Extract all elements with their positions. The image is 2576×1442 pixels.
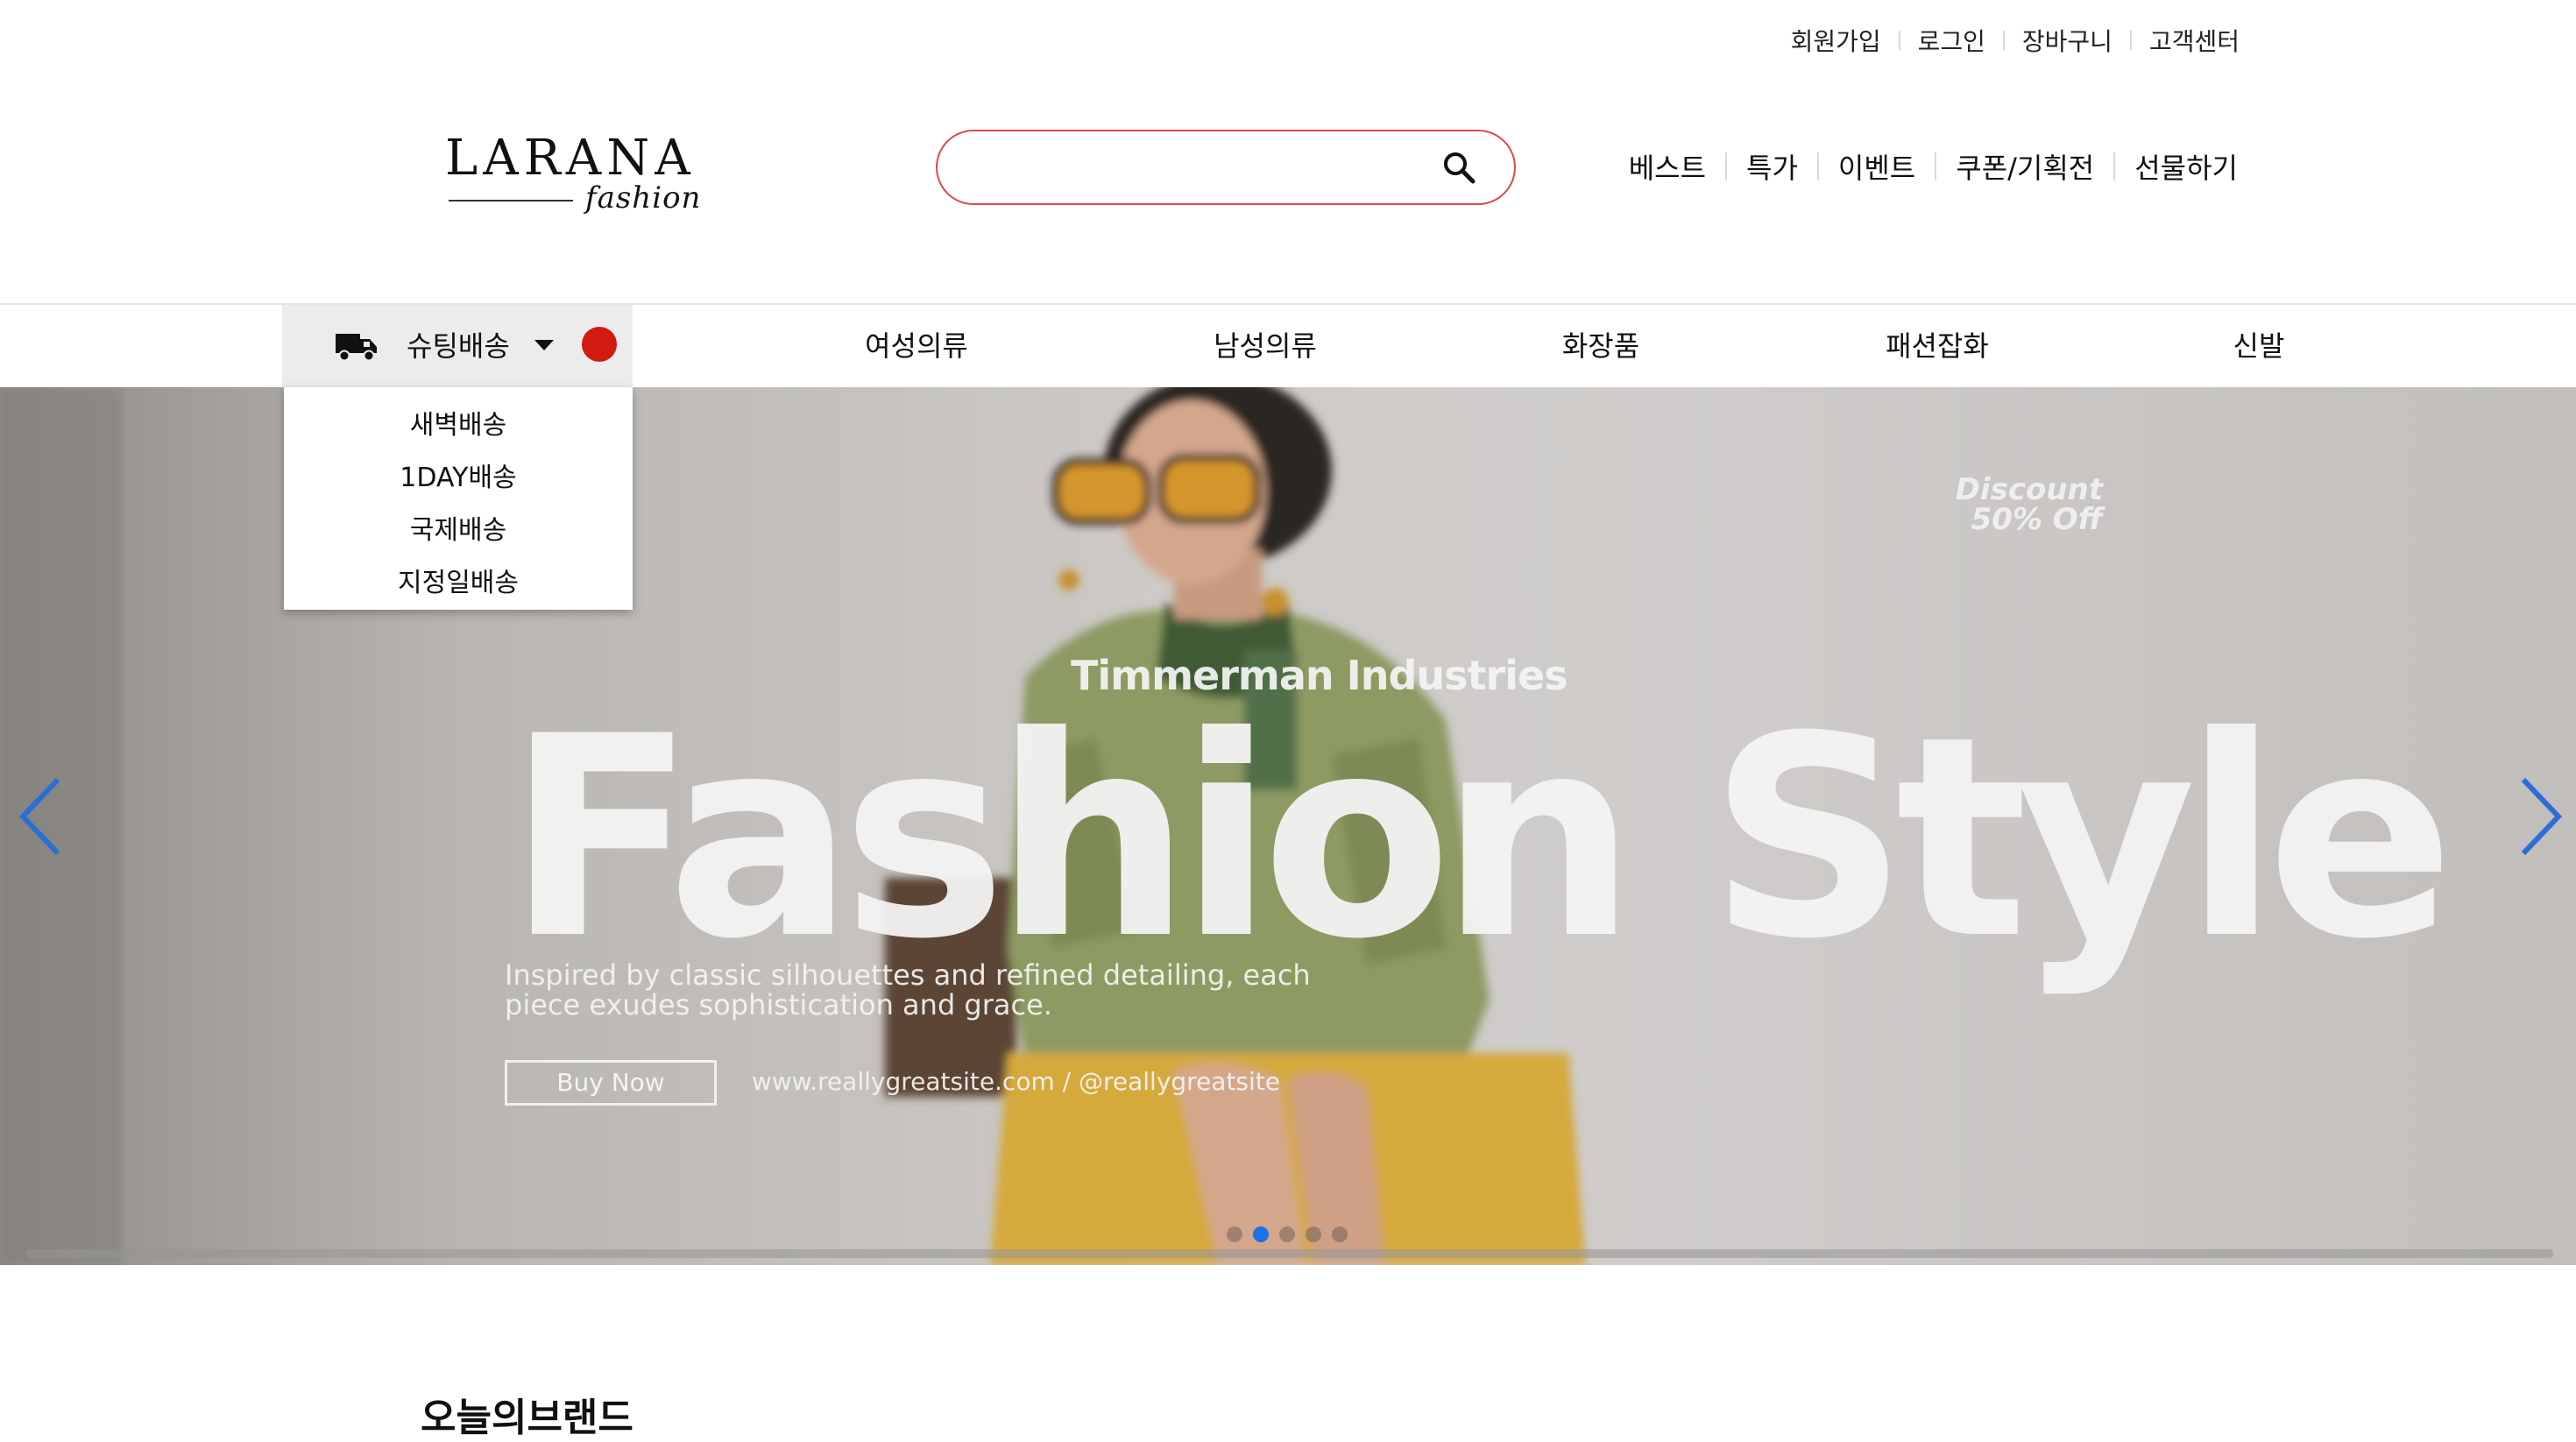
category-mens[interactable]: 남성의류 [1214, 305, 1317, 387]
banner-description-line: piece exudes sophistication and grace. [505, 988, 1052, 1021]
caret-down-icon [534, 340, 554, 350]
slide-dot[interactable] [1306, 1226, 1321, 1242]
signup-link[interactable]: 회원가입 [1773, 23, 1899, 58]
slide-dot[interactable] [1227, 1226, 1242, 1242]
cart-link[interactable]: 장바구니 [2005, 23, 2130, 58]
search-icon[interactable] [1440, 149, 1479, 187]
banner-description: Inspired by classic silhouettes and refi… [505, 960, 1381, 1020]
category-cosmetics[interactable]: 화장품 [1562, 305, 1639, 387]
secondary-nav: 베스트 특가 이벤트 쿠폰/기획전 선물하기 [1610, 147, 2257, 186]
shipping-dropdown: 새벽배송 1DAY배송 국제배송 지정일배송 [284, 387, 633, 610]
section-title: 오늘의브랜드 [421, 1396, 633, 1440]
nav-best[interactable]: 베스트 [1610, 146, 1725, 187]
slide-dot[interactable] [1279, 1226, 1295, 1242]
shipping-menu-button[interactable]: 슈팅배송 [282, 305, 633, 387]
truck-icon [335, 329, 379, 364]
notification-dot [582, 327, 617, 362]
nav-events[interactable]: 이벤트 [1819, 146, 1935, 187]
logo-subtitle: fashion [585, 180, 702, 216]
category-womens[interactable]: 여성의류 [865, 305, 968, 387]
slide-dot[interactable] [1332, 1226, 1348, 1242]
search-input[interactable] [967, 144, 1426, 193]
nav-coupons[interactable]: 쿠폰/기획전 [1936, 146, 2113, 187]
chevron-right-icon[interactable] [2513, 773, 2565, 860]
shipping-menu-label: 슈팅배송 [407, 329, 510, 363]
banner-description-line: Inspired by classic silhouettes and refi… [505, 958, 1311, 992]
banner-headline: Fashion Style [506, 677, 2454, 1000]
utility-nav: 회원가입 로그인 장바구니 고객센터 [1773, 23, 2257, 58]
shipping-option-dawn[interactable]: 새벽배송 [284, 403, 633, 442]
chevron-left-icon[interactable] [16, 773, 68, 860]
slide-indicators [1227, 1226, 1348, 1242]
category-accessories[interactable]: 패션잡화 [1886, 305, 1989, 387]
customer-center-link[interactable]: 고객센터 [2132, 23, 2257, 58]
nav-gifts[interactable]: 선물하기 [2115, 146, 2257, 187]
login-link[interactable]: 로그인 [1900, 23, 2003, 58]
discount-line: Discount [1955, 472, 2103, 507]
banner-site: www.reallygreatsite.com / @reallygreatsi… [752, 1067, 1280, 1096]
search-bar [936, 130, 1516, 205]
shipping-option-scheduled[interactable]: 지정일배송 [284, 561, 633, 599]
logo-rule [449, 200, 573, 201]
shipping-option-1day[interactable]: 1DAY배송 [284, 456, 633, 494]
category-shoes[interactable]: 신발 [2233, 305, 2285, 387]
nav-deals[interactable]: 특가 [1727, 146, 1817, 187]
slide-progress-bar [26, 1249, 2553, 1258]
logo-wordmark: LARANA [445, 130, 696, 187]
discount-line: 50% Off [1971, 502, 2103, 537]
site-logo[interactable]: LARANA fashion [445, 130, 700, 221]
shipping-option-international[interactable]: 국제배송 [284, 508, 633, 547]
discount-text: Discount 50% Off [1945, 475, 2103, 534]
buy-now-button[interactable]: Buy Now [505, 1060, 717, 1106]
slide-dot-active[interactable] [1253, 1226, 1269, 1242]
